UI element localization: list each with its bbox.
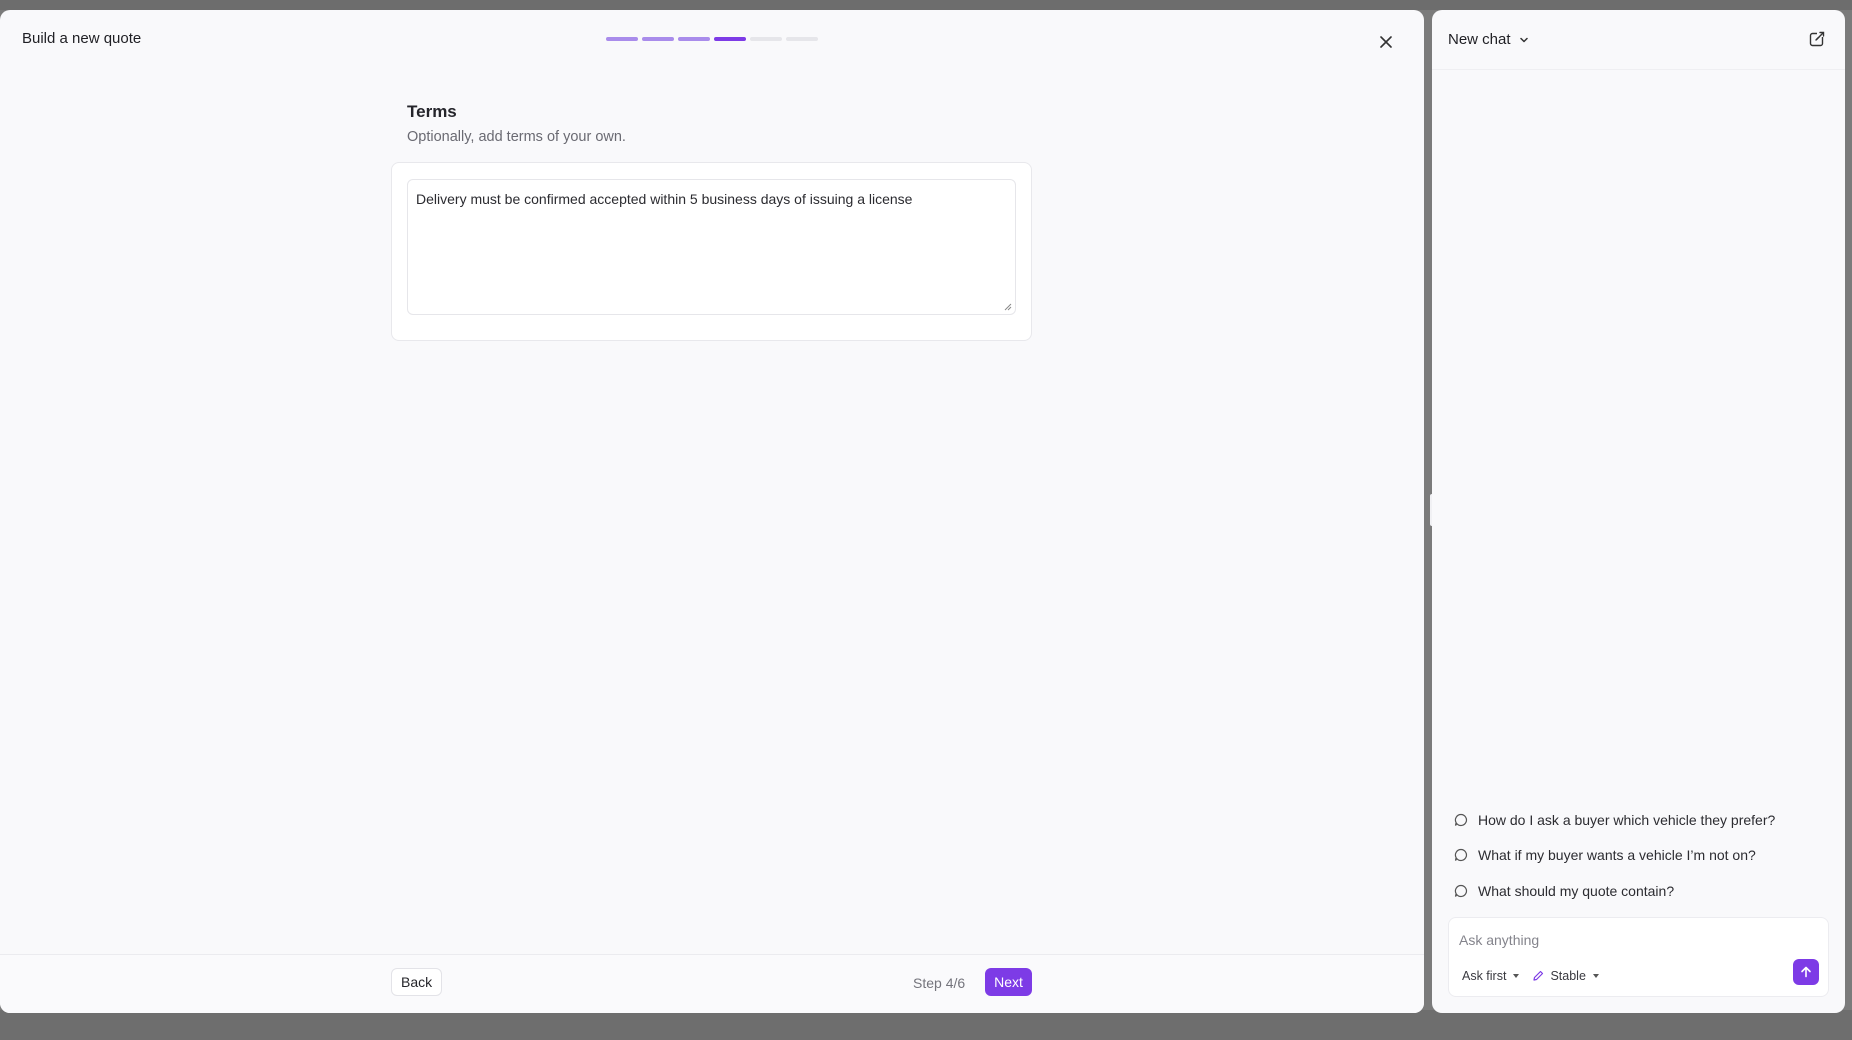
resize-grip-icon[interactable] bbox=[1002, 301, 1012, 311]
mode-dropdown[interactable]: Ask first bbox=[1462, 969, 1520, 983]
back-button[interactable]: Back bbox=[391, 968, 443, 996]
page-title: Build a new quote bbox=[22, 30, 142, 47]
quote-builder-panel: Build a new quote Terms Optionally, add … bbox=[0, 10, 1424, 1013]
caret-down-icon bbox=[1513, 974, 1520, 978]
composer-options: Ask first Stable bbox=[1462, 969, 1600, 983]
chat-bubble-icon bbox=[1454, 884, 1468, 897]
terms-card: Delivery must be confirmed accepted with… bbox=[391, 162, 1032, 341]
progress-segment-3 bbox=[678, 37, 710, 41]
terms-textarea[interactable]: Delivery must be confirmed accepted with… bbox=[407, 179, 1016, 315]
window-top-strip bbox=[0, 0, 1852, 10]
pencil-icon bbox=[1533, 970, 1544, 981]
chat-input[interactable] bbox=[1459, 929, 1809, 951]
model-label: Stable bbox=[1550, 969, 1586, 983]
progress-segment-2 bbox=[642, 37, 674, 41]
chat-bubble-icon bbox=[1454, 849, 1468, 862]
close-icon bbox=[1380, 36, 1392, 48]
progress-segment-4 bbox=[714, 37, 746, 41]
mode-label: Ask first bbox=[1462, 969, 1507, 983]
model-dropdown[interactable]: Stable bbox=[1532, 969, 1599, 983]
wizard-footer: Back Step 4/6 Next bbox=[0, 954, 1424, 1013]
close-button[interactable] bbox=[1374, 30, 1398, 54]
suggestion-text: What should my quote contain? bbox=[1478, 882, 1675, 899]
chat-header: New chat bbox=[1432, 10, 1845, 70]
suggestion-text: How do I ask a buyer which vehicle they … bbox=[1478, 811, 1776, 828]
new-chat-icon[interactable] bbox=[1808, 30, 1826, 48]
section-subtitle: Optionally, add terms of your own. bbox=[407, 129, 626, 145]
suggestion-item[interactable]: What if my buyer wants a vehicle I’m not… bbox=[1454, 838, 1775, 874]
step-indicator: Step 4/6 bbox=[913, 975, 966, 991]
chat-composer: Ask first Stable bbox=[1448, 917, 1829, 997]
caret-down-icon bbox=[1592, 974, 1599, 978]
chat-selector[interactable]: New chat bbox=[1448, 31, 1529, 48]
chat-bubble-icon bbox=[1454, 813, 1468, 826]
suggestion-item[interactable]: What should my quote contain? bbox=[1454, 873, 1775, 909]
chat-title: New chat bbox=[1448, 31, 1511, 48]
progress-segment-1 bbox=[606, 37, 638, 41]
window-bottom-strip bbox=[0, 1010, 1852, 1040]
suggestion-list: How do I ask a buyer which vehicle they … bbox=[1454, 802, 1775, 909]
send-button[interactable] bbox=[1793, 959, 1819, 985]
suggestion-item[interactable]: How do I ask a buyer which vehicle they … bbox=[1454, 802, 1775, 838]
chat-panel: New chat How do I ask a buyer which vehi… bbox=[1432, 10, 1845, 1013]
arrow-up-icon bbox=[1801, 966, 1811, 978]
progress-segment-5 bbox=[750, 37, 782, 41]
progress-segment-6 bbox=[786, 37, 818, 41]
chevron-down-icon bbox=[1519, 37, 1528, 42]
section-title: Terms bbox=[407, 102, 457, 121]
next-button[interactable]: Next bbox=[985, 968, 1032, 996]
suggestion-text: What if my buyer wants a vehicle I’m not… bbox=[1478, 847, 1756, 864]
step-progress bbox=[606, 37, 818, 41]
